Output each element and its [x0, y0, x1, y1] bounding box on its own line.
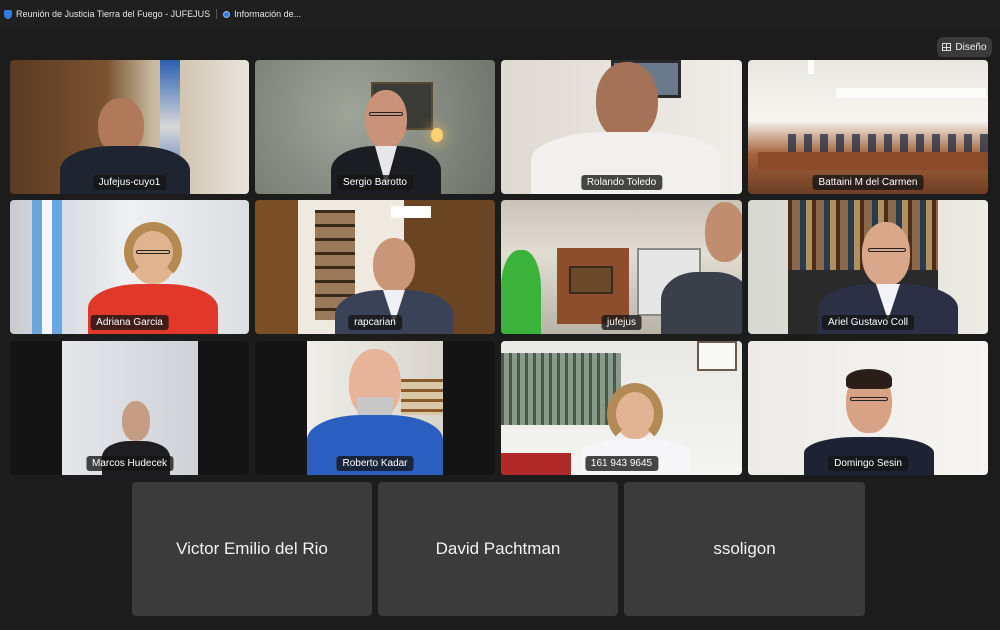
audio-only-tile[interactable]: Victor Emilio del Rio	[132, 482, 372, 616]
participant-name: Sergio Barotto	[337, 175, 413, 190]
layout-button-label: Diseño	[955, 41, 987, 53]
webex-shield-icon	[4, 9, 12, 19]
participant-name: Rolando Toledo	[580, 175, 663, 190]
participant-name: Roberto Kadar	[336, 456, 414, 471]
participant-name: Marcos Hudecek	[85, 456, 174, 471]
tab-info[interactable]: Información de...	[223, 9, 301, 19]
participant-name: Battaini M del Carmen	[812, 175, 924, 190]
grid-icon	[942, 43, 952, 51]
participant-name: Domingo Sesin	[828, 456, 908, 471]
tab-info-label: Información de...	[234, 9, 302, 19]
video-tile[interactable]: Ariel Gustavo Coll	[748, 200, 988, 334]
participant-name: rapcarian	[348, 315, 402, 330]
video-tile[interactable]: Roberto Kadar	[255, 341, 495, 475]
video-tile[interactable]: Adriana Garcia	[10, 200, 249, 334]
video-tile[interactable]: jufejus	[501, 200, 742, 334]
participant-name: Jufejus-cuyo1	[92, 175, 167, 190]
tab-meeting[interactable]: Reunión de Justicia Tierra del Fuego - J…	[4, 9, 210, 19]
info-icon	[223, 10, 231, 18]
tab-meeting-label: Reunión de Justicia Tierra del Fuego - J…	[16, 9, 211, 19]
video-tile[interactable]: Battaini M del Carmen	[748, 60, 988, 194]
video-tile[interactable]: Domingo Sesin	[748, 341, 988, 475]
audio-only-tile[interactable]: ssoligon	[624, 482, 865, 616]
video-tile[interactable]: Rolando Toledo	[501, 60, 742, 194]
audio-only-tile[interactable]: David Pachtman	[378, 482, 618, 616]
video-tile[interactable]: rapcarian	[255, 200, 495, 334]
participant-name: Ariel Gustavo Coll	[821, 315, 915, 330]
participant-name: jufejus	[601, 315, 642, 330]
participant-name: Adriana Garcia	[90, 315, 169, 330]
tab-separator	[216, 9, 218, 19]
video-tile[interactable]: Jufejus-cuyo1	[10, 60, 249, 194]
participant-name: Victor Emilio del Rio	[176, 539, 328, 558]
video-tile[interactable]: Sergio Barotto	[255, 60, 495, 194]
layout-button[interactable]: Diseño	[937, 37, 992, 57]
participant-name: 161 943 9645	[584, 456, 659, 471]
video-tile[interactable]: 161 943 9645	[501, 341, 742, 475]
window-titlebar: Reunión de Justicia Tierra del Fuego - J…	[0, 0, 1000, 28]
participant-name: David Pachtman	[435, 539, 561, 558]
video-tile[interactable]: Marcos Hudecek	[10, 341, 249, 475]
participant-name: ssoligon	[713, 539, 776, 558]
